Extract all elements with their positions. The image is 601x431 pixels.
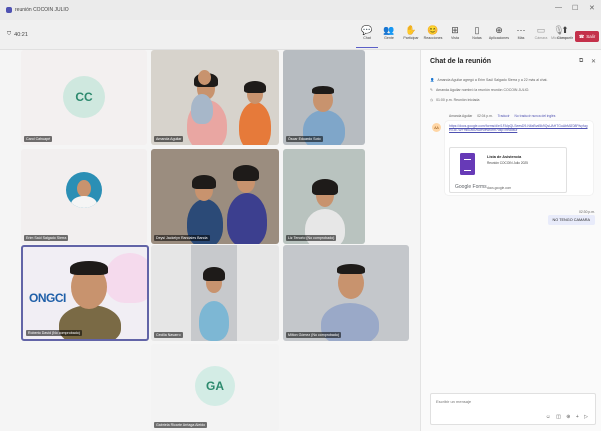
meeting-toolbar: ⛉ 40:21 💬 Chat 👥 Gente ✋ Participar 😊 Reacci… [0,20,601,50]
people-added-icon: 👤 [430,78,435,82]
avatar: AA [432,123,441,132]
participant-tile-cecilia[interactable]: Cecilia Navarro [151,245,279,341]
window-title: reunión COCOIN JULIO [15,7,69,13]
notes-icon: ▯ [474,25,480,35]
participant-tile-milton[interactable]: Milton Gómez (No comprobado) [283,245,409,341]
video-gallery: CC Carol Cahuapé Amanda Aguilar Óscar Ed… [0,50,420,431]
participant-name: Carol Cahuapé [24,136,53,142]
close-window-button[interactable]: ✕ [589,4,595,12]
meeting-chat-panel: Chat de la reunión ⧉ ✕ 👤 Amanda Aguilar a… [420,50,601,431]
chat-icon: 💬 [361,25,373,35]
participant-tile-amanda[interactable]: Amanda Aguilar [151,50,279,145]
card-brand: Google Forms [455,184,487,190]
minimize-button[interactable]: — [555,4,562,11]
close-icon[interactable]: ✕ [591,58,596,65]
message-author: Amanda Aguilar [449,114,473,118]
participant-name: Milton Gómez (No comprobado) [286,332,342,338]
card-url: docs.google.com [487,186,512,190]
participant-tile-carol[interactable]: CC Carol Cahuapé [21,50,147,145]
clock-icon: ◷ [430,98,434,102]
participant-name: Erim Saúl Salgado Sierra [24,235,69,241]
participant-tile-erim[interactable]: Erim Saúl Salgado Sierra [21,149,147,244]
card-title: Lista de Asistencia [487,155,522,159]
participant-tile-oscar[interactable]: Óscar Eduardo Soto [283,50,365,145]
people-icon: 👥 [383,25,395,35]
compose-actions-icon[interactable]: ☺ ◫ ⊕ + ▷ [546,414,590,420]
participant-tile-liz[interactable]: Liz Tenorio (No comprobado) [283,149,365,244]
chat-event: ◷ 01:00 p.m. Reunión iniciada [430,98,480,102]
chat-event: 👤 Amanda Aguilar agregó a Erim Saúl Salga… [430,78,548,82]
link-preview-card[interactable]: Lista de Asistencia Reunión COCOIN Julio… [449,147,567,193]
company-banner: ONGCI [29,291,66,305]
smiley-icon: 😊 [427,25,439,35]
people-button[interactable]: 👥 Gente [378,24,400,48]
hand-icon: ✋ [405,25,417,35]
chat-message: https://docs.google.com/forms/d/e/1FAIpQ… [445,121,593,195]
raise-hand-button[interactable]: ✋ Participar [400,24,422,48]
participant-name: Óscar Eduardo Soto [286,136,323,142]
avatar [66,172,102,208]
participant-tile-roberto[interactable]: ONGCI Roberto David (No comprobado) [21,245,149,341]
apps-button[interactable]: ⊕ Aplicaciones [488,24,510,48]
form-link[interactable]: https://docs.google.com/forms/d/e/1FAIpQ… [449,124,589,133]
participant-name: Amanda Aguilar [154,136,184,142]
reactions-button[interactable]: 😊 Reacciones [422,24,444,48]
share-icon: ⬆ [561,25,569,35]
translate-link[interactable]: Traducir [498,114,510,118]
google-forms-icon [460,153,475,175]
participant-tile-deysi[interactable]: Deysi Jackelyn Randales Banda [151,149,279,244]
shield-icon: ⛉ [7,31,12,37]
card-subtitle: Reunión COCOIN Julio 2025 [487,161,528,165]
view-button[interactable]: ⊞ Vista [444,24,466,48]
never-translate-link[interactable]: No traducir nunca del inglés [515,114,556,118]
participant-name: Liz Tenorio (No comprobado) [286,235,337,241]
message-meta: Amanda Aguilar 02:04 p.m. Traducir No tr… [449,114,559,118]
message-time: 02:04 p.m. [477,114,493,118]
participant-name: Cecilia Navarro [154,332,183,338]
my-message-time: 02:30 p.m. [578,210,595,214]
chat-event: ✎ Amanda Aguilar nombró la reunión reunió… [430,88,530,92]
teams-logo-icon [6,7,12,13]
maximize-button[interactable]: ☐ [572,4,578,12]
timer-text: 40:21 [14,31,28,38]
leave-button[interactable]: ☎ Salir [575,31,599,42]
chat-panel-title: Chat de la reunión [430,58,492,65]
participant-tile-gabriela[interactable]: GA Gabriela Ricarte Arriaga Aleido [151,344,279,431]
rename-icon: ✎ [430,88,433,92]
share-button[interactable]: ⬆ Compartir [556,24,574,48]
compose-box[interactable]: Escribir un mensaje ☺ ◫ ⊕ + ▷ [430,393,596,425]
notes-button[interactable]: ▯ Notas [466,24,488,48]
avatar: CC [63,76,105,118]
chat-button[interactable]: 💬 Chat [356,24,378,48]
apps-icon: ⊕ [495,25,503,35]
my-message: NO TENGO CAMARA [547,215,595,225]
grid-icon: ⊞ [451,25,459,35]
avatar: GA [195,366,235,406]
popout-icon[interactable]: ⧉ [579,58,583,65]
meeting-timer: ⛉ 40:21 [7,31,28,38]
participant-name: Gabriela Ricarte Arriaga Aleido [154,422,208,428]
participant-name: Roberto David (No comprobado) [26,330,82,336]
more-icon: ⋯ [516,25,526,35]
participant-name: Deysi Jackelyn Randales Banda [154,235,210,241]
more-button[interactable]: ⋯ Más [510,24,532,48]
compose-placeholder: Escribir un mensaje [436,399,472,404]
phone-hangup-icon: ☎ [578,33,585,39]
title-bar: reunión COCOIN JULIO — ☐ ✕ [0,0,601,20]
